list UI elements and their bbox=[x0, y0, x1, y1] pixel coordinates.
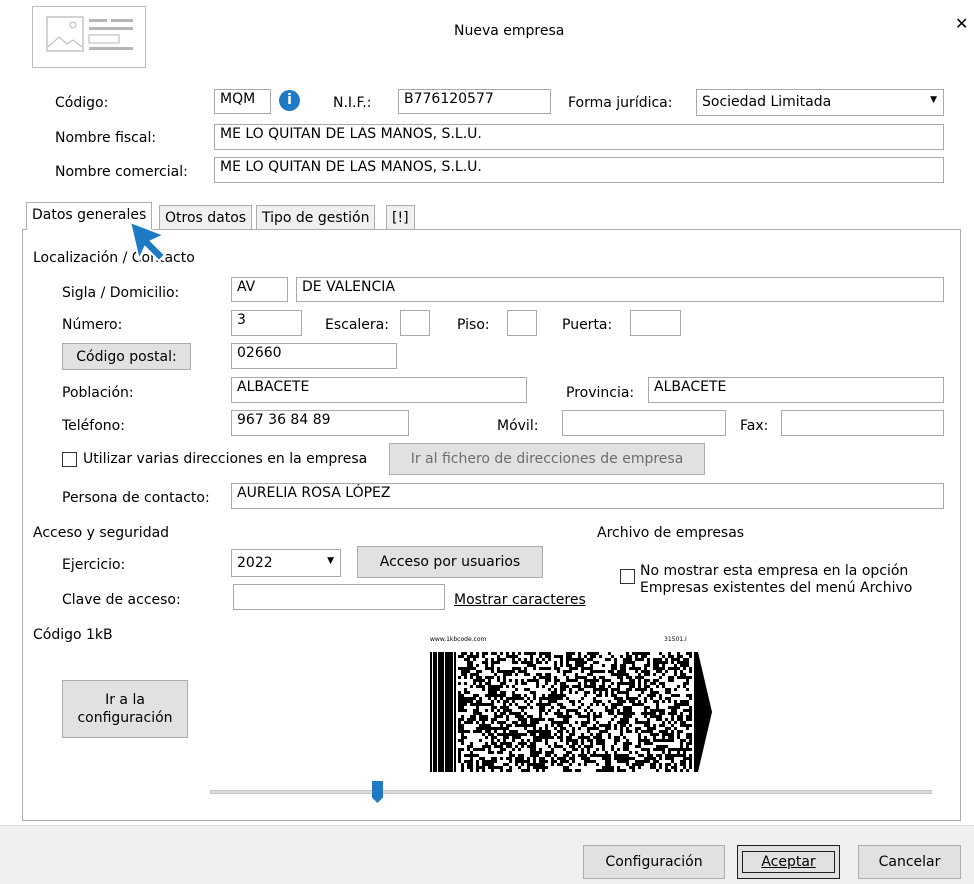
movil-input[interactable] bbox=[562, 410, 726, 436]
mouse-pointer-icon bbox=[128, 220, 167, 264]
fax-input[interactable] bbox=[781, 410, 944, 436]
clave-acceso-input[interactable] bbox=[233, 584, 445, 610]
cancelar-button[interactable]: Cancelar bbox=[858, 845, 961, 879]
configuracion-button[interactable]: Configuración bbox=[583, 845, 725, 879]
piso-label: Piso: bbox=[457, 317, 490, 333]
sigla-input[interactable]: AV bbox=[231, 277, 288, 302]
no-mostrar-label-line2[interactable]: Empresas existentes del menú Archivo bbox=[640, 580, 912, 596]
company-logo-placeholder[interactable] bbox=[32, 6, 146, 68]
sigla-label: Sigla / Domicilio: bbox=[62, 285, 180, 301]
codigo-postal-button[interactable]: Código postal: bbox=[62, 343, 191, 370]
forma-juridica-label: Forma jurídica: bbox=[568, 95, 673, 111]
no-mostrar-label-line1[interactable]: No mostrar esta empresa en la opción bbox=[640, 563, 908, 579]
chevron-down-icon[interactable]: ▼ bbox=[327, 556, 334, 566]
ejercicio-label: Ejercicio: bbox=[62, 557, 126, 573]
telefono-input[interactable]: 967 36 84 89 bbox=[231, 410, 409, 436]
puerta-label: Puerta: bbox=[562, 317, 613, 333]
fax-label: Fax: bbox=[740, 418, 769, 434]
movil-label: Móvil: bbox=[497, 418, 539, 434]
aceptar-label: Aceptar bbox=[742, 851, 835, 873]
mostrar-caracteres-link[interactable]: Mostrar caracteres bbox=[454, 592, 586, 608]
window-title: Nueva empresa bbox=[454, 23, 565, 39]
barcode-size-slider-track[interactable] bbox=[210, 790, 932, 794]
telefono-label: Teléfono: bbox=[62, 418, 125, 434]
persona-contacto-label: Persona de contacto: bbox=[62, 490, 210, 506]
codigo-label: Código: bbox=[55, 95, 109, 111]
piso-input[interactable] bbox=[507, 310, 537, 336]
chevron-down-icon[interactable]: ▼ bbox=[930, 95, 937, 105]
poblacion-label: Población: bbox=[62, 385, 134, 401]
ir-configuracion-line2: configuración bbox=[77, 710, 173, 726]
nombre-fiscal-label: Nombre fiscal: bbox=[55, 130, 157, 146]
escalera-label: Escalera: bbox=[325, 317, 389, 333]
title-bar: Nueva empresa ✕ bbox=[0, 0, 974, 68]
barcode-image bbox=[430, 652, 712, 772]
codigo-postal-input[interactable]: 02660 bbox=[231, 343, 397, 369]
image-placeholder-icon bbox=[46, 16, 133, 52]
aceptar-button[interactable]: Aceptar bbox=[737, 845, 840, 879]
archivo-title: Archivo de empresas bbox=[597, 525, 745, 541]
varias-direcciones-checkbox[interactable] bbox=[62, 452, 77, 467]
no-mostrar-checkbox[interactable] bbox=[620, 569, 635, 584]
acceso-title: Acceso y seguridad bbox=[33, 525, 170, 541]
tab-strip: Datos generales Otros datos Tipo de gest… bbox=[22, 202, 422, 230]
numero-input[interactable]: 3 bbox=[231, 310, 302, 336]
domicilio-input[interactable]: DE VALENCIA bbox=[296, 277, 944, 302]
escalera-input[interactable] bbox=[400, 310, 430, 336]
codigo-input[interactable]: MQM bbox=[214, 89, 271, 114]
acceso-usuarios-button[interactable]: Acceso por usuarios bbox=[357, 546, 543, 578]
ir-fichero-direcciones-button[interactable]: Ir al fichero de direcciones de empresa bbox=[389, 443, 705, 475]
persona-contacto-input[interactable]: AURELIA ROSA LÓPEZ bbox=[231, 483, 944, 509]
forma-juridica-value: Sociedad Limitada bbox=[702, 94, 832, 110]
close-icon[interactable]: ✕ bbox=[955, 14, 968, 33]
poblacion-input[interactable]: ALBACETE bbox=[231, 377, 527, 403]
ejercicio-value: 2022 bbox=[237, 555, 273, 571]
puerta-input[interactable] bbox=[630, 310, 681, 336]
nif-input[interactable]: B776120577 bbox=[398, 89, 551, 114]
forma-juridica-select[interactable]: Sociedad Limitada ▼ bbox=[696, 89, 944, 116]
numero-label: Número: bbox=[62, 317, 123, 333]
info-icon[interactable]: i bbox=[279, 90, 300, 111]
varias-direcciones-label[interactable]: Utilizar varias direcciones en la empres… bbox=[83, 451, 367, 467]
tab-warnings[interactable]: [!] bbox=[386, 205, 415, 230]
tab-tipo-gestion[interactable]: Tipo de gestión bbox=[256, 205, 376, 230]
provincia-label: Provincia: bbox=[566, 385, 635, 401]
barcode-id: 31501.I bbox=[664, 636, 687, 643]
provincia-input[interactable]: ALBACETE bbox=[648, 377, 944, 403]
nombre-comercial-label: Nombre comercial: bbox=[55, 164, 188, 180]
nif-label: N.I.F.: bbox=[333, 95, 372, 111]
nombre-comercial-input[interactable]: ME LO QUITAN DE LAS MANOS, S.L.U. bbox=[214, 157, 944, 183]
codigo1kb-title: Código 1kB bbox=[33, 627, 113, 643]
ir-configuracion-line1: Ir a la bbox=[105, 692, 145, 708]
clave-acceso-label: Clave de acceso: bbox=[62, 592, 181, 608]
barcode-url: www.1kbcode.com bbox=[430, 636, 487, 643]
ir-configuracion-button[interactable]: Ir a la configuración bbox=[62, 680, 188, 738]
ejercicio-select[interactable]: 2022 ▼ bbox=[231, 549, 341, 577]
nombre-fiscal-input[interactable]: ME LO QUITAN DE LAS MANOS, S.L.U. bbox=[214, 124, 944, 150]
